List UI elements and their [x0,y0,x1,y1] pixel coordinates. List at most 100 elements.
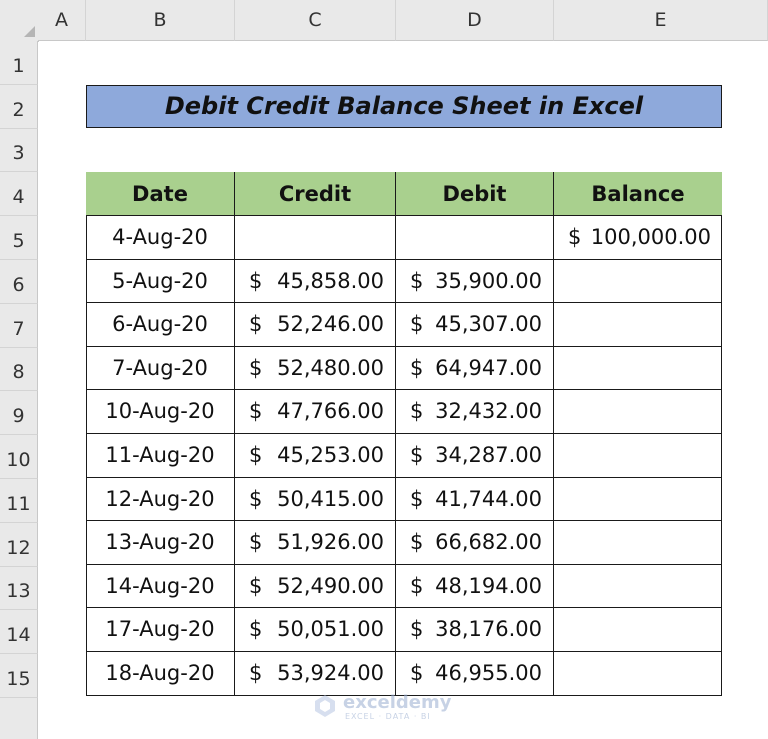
currency-symbol: $ [249,661,263,685]
cell-credit[interactable]: $53,924.00 [235,652,396,696]
column-header-d[interactable]: D [396,0,554,41]
watermark-tagline: EXCEL · DATA · BI [345,712,431,721]
cell-balance[interactable] [554,478,722,522]
row-header-13[interactable]: 13 [0,567,38,610]
currency-symbol: $ [410,573,424,598]
row-header-12[interactable]: 12 [0,523,38,567]
row-header-8[interactable]: 8 [0,348,38,391]
amount-value: 32,432.00 [435,399,542,424]
cell-balance[interactable] [554,434,722,478]
cell-balance[interactable] [554,260,722,304]
cell-balance[interactable] [554,390,722,434]
currency-symbol: $ [249,399,263,424]
cell-debit[interactable] [396,216,554,260]
currency-symbol: $ [249,355,263,380]
amount-value: 100,000.00 [590,225,711,249]
row-header-7[interactable]: 7 [0,304,38,348]
watermark-name: exceldemy [343,692,452,713]
currency-symbol: $ [249,573,263,598]
header-credit[interactable]: Credit [235,172,396,216]
column-header-a[interactable]: A [38,0,86,41]
row-header-10[interactable]: 10 [0,435,38,479]
amount-value: 50,051.00 [277,617,384,642]
currency-symbol: $ [249,617,263,642]
header-balance[interactable]: Balance [554,172,722,216]
row-header-5[interactable]: 5 [0,216,38,260]
cell-date[interactable]: 4-Aug-20 [86,216,235,260]
amount-value: 34,287.00 [435,443,542,467]
cell-credit[interactable]: $47,766.00 [235,390,396,434]
currency-symbol: $ [410,530,424,555]
amount-value: 45,307.00 [435,312,542,337]
currency-symbol: $ [410,399,424,424]
currency-symbol: $ [410,312,424,337]
row-header-9[interactable]: 9 [0,391,38,435]
cell-date[interactable]: 7-Aug-20 [86,346,235,391]
currency-symbol: $ [249,486,263,511]
cell-date[interactable]: 11-Aug-20 [86,434,235,478]
row-header-3[interactable]: 3 [0,129,38,172]
cell-date[interactable]: 14-Aug-20 [86,564,235,609]
cell-date[interactable]: 13-Aug-20 [86,521,235,565]
row-header-11[interactable]: 11 [0,479,38,523]
cell-balance[interactable] [554,608,722,652]
cell-debit[interactable]: $41,744.00 [396,477,554,522]
amount-value: 45,858.00 [277,268,384,293]
cell-debit[interactable]: $34,287.00 [396,434,554,478]
cell-credit[interactable]: $50,051.00 [235,608,396,652]
amount-value: 46,955.00 [435,661,542,685]
cell-credit[interactable]: $51,926.00 [235,521,396,565]
currency-symbol: $ [410,268,424,293]
cell-balance[interactable] [554,565,722,609]
cell-date[interactable]: 10-Aug-20 [86,390,235,434]
header-debit[interactable]: Debit [396,172,554,216]
amount-value: 64,947.00 [435,355,542,380]
row-header-4[interactable]: 4 [0,172,38,216]
amount-value: 48,194.00 [435,573,542,598]
cell-credit[interactable]: $52,246.00 [235,303,396,347]
currency-symbol: $ [249,443,263,467]
currency-symbol: $ [568,225,582,249]
cell-debit[interactable]: $38,176.00 [396,608,554,652]
row-header-6[interactable]: 6 [0,260,38,304]
cell-debit[interactable]: $46,955.00 [396,652,554,696]
cell-debit[interactable]: $32,432.00 [396,390,554,434]
cell-date[interactable]: 6-Aug-20 [86,303,235,347]
cell-date[interactable]: 17-Aug-20 [86,608,235,652]
cell-credit[interactable]: $52,480.00 [235,346,396,391]
amount-value: 38,176.00 [435,617,542,642]
select-all-corner[interactable] [0,0,39,42]
row-header-14[interactable]: 14 [0,610,38,654]
cell-balance[interactable] [554,303,722,347]
cell-debit[interactable]: $45,307.00 [396,303,554,347]
cell-debit[interactable]: $66,682.00 [396,521,554,565]
cell-balance[interactable]: $100,000.00 [554,216,722,260]
cell-balance[interactable] [554,347,722,391]
cell-balance[interactable] [554,652,722,696]
sheet-title[interactable]: Debit Credit Balance Sheet in Excel [86,85,722,128]
cell-date[interactable]: 5-Aug-20 [86,259,235,304]
exceldemy-watermark: exceldemy EXCEL · DATA · BI [313,692,463,722]
currency-symbol: $ [249,530,263,555]
cell-date[interactable]: 18-Aug-20 [86,652,235,696]
cell-balance[interactable] [554,521,722,565]
column-header-e[interactable]: E [554,0,768,41]
currency-symbol: $ [410,486,424,511]
row-header-2[interactable]: 2 [0,85,38,129]
row-header-1[interactable]: 1 [0,41,38,85]
column-header-c[interactable]: C [235,0,396,41]
cell-debit[interactable]: $35,900.00 [396,259,554,304]
row-header-15[interactable]: 15 [0,654,38,698]
column-header-b[interactable]: B [86,0,235,41]
cell-credit[interactable]: $45,253.00 [235,434,396,478]
cell-credit[interactable] [235,216,396,260]
cell-credit[interactable]: $52,490.00 [235,564,396,609]
currency-symbol: $ [410,355,424,380]
cell-debit[interactable]: $64,947.00 [396,346,554,391]
header-date[interactable]: Date [86,172,235,216]
cell-date[interactable]: 12-Aug-20 [86,477,235,522]
amount-value: 47,766.00 [277,399,384,424]
cell-debit[interactable]: $48,194.00 [396,564,554,609]
cell-credit[interactable]: $50,415.00 [235,477,396,522]
cell-credit[interactable]: $45,858.00 [235,259,396,304]
